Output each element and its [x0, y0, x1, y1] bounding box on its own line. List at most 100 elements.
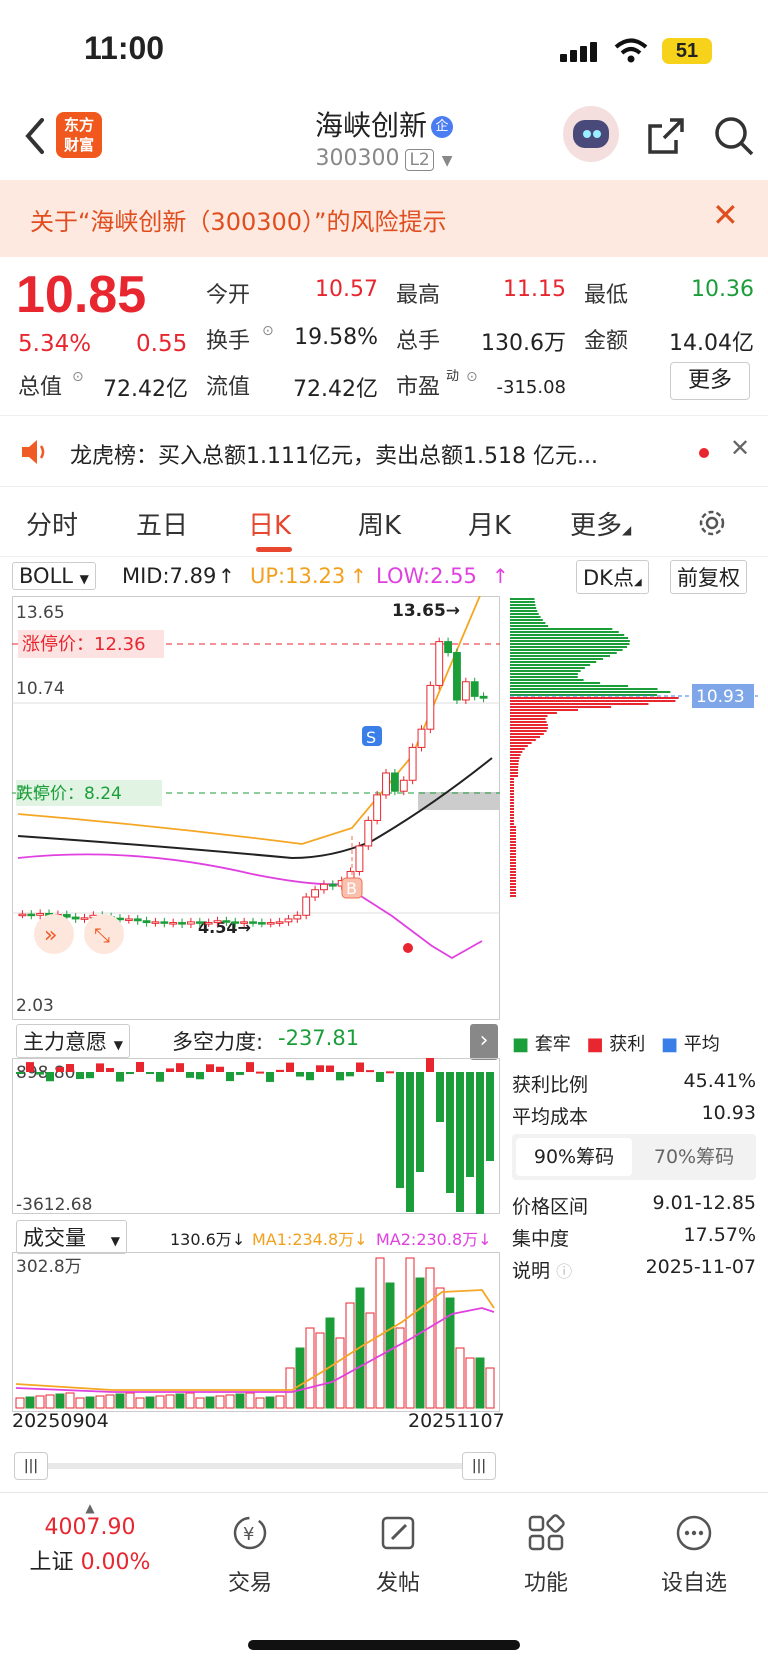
- chevrons-right-icon: »: [44, 923, 57, 948]
- candle: [426, 684, 435, 730]
- tab-monthly-k[interactable]: 月K: [468, 505, 511, 542]
- overlay-band: [418, 792, 500, 810]
- assistant-robot-icon[interactable]: [563, 106, 619, 162]
- candle: [470, 681, 479, 697]
- tab-intraday[interactable]: 分时: [26, 505, 78, 542]
- index-widget[interactable]: ▲ 4007.90 上证 0.00%: [20, 1501, 160, 1576]
- slider-handle-right[interactable]: |||: [462, 1452, 496, 1480]
- index-value: 4007.90: [44, 1515, 136, 1540]
- force-bar: [76, 1072, 84, 1079]
- slider-handle-left[interactable]: |||: [14, 1452, 48, 1480]
- tab-70-chips[interactable]: 70%筹码: [636, 1138, 752, 1176]
- candlestick-chart[interactable]: 涨停价：12.36 跌停价：8.24 7.5 13.65 10.74 2.03 …: [12, 596, 500, 1020]
- risk-banner[interactable]: 关于“海峡创新（300300）”的风险提示 ✕: [0, 180, 768, 257]
- volume-chart[interactable]: 302.8万: [12, 1252, 500, 1412]
- chip-bar: [510, 658, 604, 660]
- date-end: 20251107: [408, 1410, 505, 1432]
- close-icon[interactable]: ✕: [712, 196, 739, 234]
- force-bar: [406, 1072, 414, 1212]
- chip-legend: ■ 套牢 ■ 获利 ■ 平均: [512, 1030, 756, 1056]
- chip-bar: [510, 664, 591, 666]
- index-name: 上证: [29, 1550, 74, 1575]
- chip-bar: [510, 748, 525, 750]
- force-bar: [426, 1058, 434, 1072]
- lhb-notice[interactable]: 龙虎榜：买入总额1.111亿元，卖出总额1.518 亿元... ✕: [0, 415, 768, 487]
- note-row[interactable]: 说明 ⓘ 2025-11-07: [512, 1256, 756, 1283]
- adjust-button[interactable]: 前复权: [670, 560, 747, 594]
- post-button[interactable]: 发帖: [338, 1513, 458, 1597]
- share-icon[interactable]: [644, 114, 688, 158]
- add-watchlist-button[interactable]: 设自选: [634, 1513, 754, 1597]
- trade-button[interactable]: ¥ 交易: [190, 1513, 310, 1597]
- candle: [479, 695, 488, 699]
- note-label: 说明: [512, 1260, 551, 1282]
- chip-bar: [510, 667, 585, 669]
- settings-icon[interactable]: [696, 507, 728, 539]
- info-icon[interactable]: ⓘ: [556, 1262, 572, 1281]
- chip-bar: [510, 610, 538, 612]
- info-icon[interactable]: ⊙: [262, 323, 274, 339]
- volume-indicator-select[interactable]: 成交量 ▼: [16, 1220, 127, 1254]
- chip-bar: [510, 634, 625, 636]
- force-bar: [346, 1072, 354, 1077]
- chip-bar: [510, 775, 519, 777]
- chip-tabs: 90%筹码 70%筹码: [512, 1134, 756, 1180]
- chip-date: 2025-11-07: [645, 1256, 756, 1278]
- dk-select[interactable]: DK点◢: [576, 560, 649, 594]
- event-dot[interactable]: [403, 943, 413, 953]
- volume-bar: [15, 1397, 25, 1409]
- range-slider[interactable]: ||| |||: [14, 1450, 500, 1480]
- chip-bar: [510, 751, 523, 753]
- chip-bar: [510, 712, 557, 714]
- force-chart[interactable]: 898.80 -3612.68: [12, 1058, 500, 1214]
- volume-bar: [145, 1396, 155, 1409]
- chip-bar: [510, 838, 516, 840]
- avg-cost-label: 平均成本: [512, 1106, 589, 1128]
- force-bar: [286, 1062, 294, 1072]
- legend-square-icon: ■: [512, 1034, 530, 1055]
- volume-bar: [85, 1396, 95, 1409]
- info-icon[interactable]: ⊙: [466, 369, 478, 385]
- function-button[interactable]: 功能: [486, 1513, 606, 1597]
- volume-bar: [475, 1357, 485, 1409]
- index-pct: 0.00%: [80, 1550, 151, 1575]
- price-range-value: 9.01-12.85: [652, 1192, 756, 1214]
- tab-90-chips[interactable]: 90%筹码: [516, 1138, 632, 1176]
- price-range-label: 价格区间: [512, 1196, 589, 1218]
- chip-bar: [510, 703, 649, 705]
- volume-bar: [245, 1392, 255, 1409]
- more-button[interactable]: 更多: [670, 362, 750, 400]
- force-bar: [246, 1062, 254, 1072]
- candle: [186, 921, 195, 925]
- low-value: 10.36: [691, 277, 754, 302]
- candle: [399, 779, 408, 792]
- search-icon[interactable]: [712, 114, 756, 158]
- tab-daily-k[interactable]: 日K: [248, 505, 291, 542]
- chip-bar: [510, 823, 514, 825]
- tab-more[interactable]: 更多◢: [570, 505, 631, 542]
- amount-label: 金额: [584, 329, 629, 354]
- close-icon[interactable]: ✕: [730, 434, 750, 462]
- candle: [124, 918, 133, 921]
- force-bar: [166, 1068, 174, 1072]
- force-bar: [486, 1072, 494, 1161]
- candle: [453, 652, 461, 701]
- chip-bar: [510, 745, 528, 747]
- indicator-select[interactable]: BOLL ▼: [12, 562, 96, 590]
- info-icon[interactable]: ⊙: [72, 369, 84, 385]
- chip-bar: [510, 718, 546, 720]
- chip-bar: [510, 814, 514, 816]
- force-bar: [156, 1072, 164, 1082]
- volume-bar: [25, 1396, 35, 1409]
- tab-5day[interactable]: 五日: [136, 505, 188, 542]
- mcap-label: 总值: [18, 375, 63, 400]
- candle: [302, 896, 311, 916]
- tab-weekly-k[interactable]: 周K: [358, 505, 401, 542]
- high-marker: 13.65→: [392, 601, 460, 621]
- force-indicator-select[interactable]: 主力意愿 ▼: [16, 1024, 130, 1058]
- axis-min: 2.03: [16, 996, 54, 1016]
- chip-bar: [510, 697, 679, 699]
- chevron-right-icon[interactable]: ›: [470, 1024, 498, 1060]
- candle: [444, 641, 453, 654]
- volume-bar: [155, 1395, 165, 1409]
